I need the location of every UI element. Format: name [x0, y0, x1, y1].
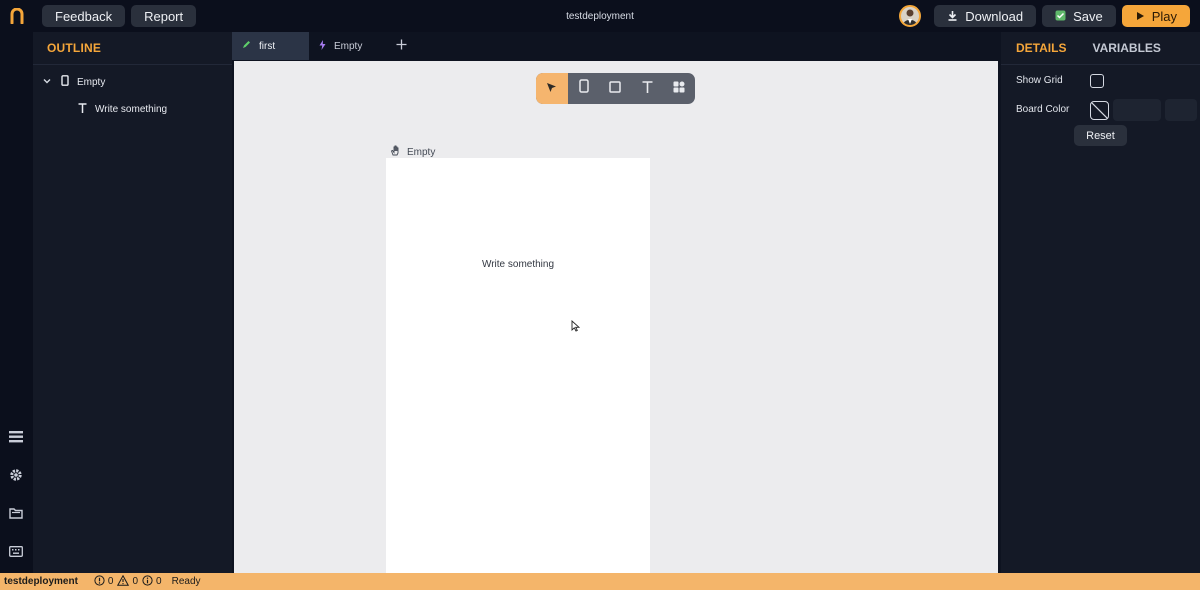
artboard[interactable]: Write something — [386, 158, 650, 573]
properties-tabs: DETAILS VARIABLES — [1001, 32, 1200, 65]
board-text-element[interactable]: Write something — [386, 259, 650, 270]
keyboard-icon[interactable] — [9, 544, 23, 558]
tab-label: first — [259, 40, 276, 52]
play-icon — [1135, 9, 1145, 24]
info-icon — [142, 574, 153, 589]
mouse-cursor-icon — [571, 319, 581, 337]
tab-empty[interactable]: Empty — [309, 32, 386, 60]
info-count-value: 0 — [156, 576, 162, 587]
outline-item-label: Empty — [77, 76, 106, 88]
phone-icon — [578, 79, 589, 98]
pointer-icon — [546, 80, 557, 98]
outline-title: OUTLINE — [33, 32, 232, 65]
pointer-tool-button[interactable] — [536, 73, 568, 104]
error-icon — [94, 574, 105, 589]
plus-icon — [396, 37, 407, 55]
add-tab-button[interactable] — [386, 32, 416, 60]
status-bar: testdeployment 0 0 0 Ready — [0, 573, 1200, 590]
components-tool-button[interactable] — [663, 73, 695, 104]
folder-icon[interactable] — [9, 506, 23, 520]
tab-first[interactable]: first — [232, 32, 309, 60]
outline-panel: OUTLINE Empty Write something — [33, 32, 232, 573]
tool-strip — [536, 73, 695, 104]
play-button[interactable]: Play — [1121, 5, 1190, 27]
board-color-swatch[interactable] — [1090, 101, 1109, 120]
status-text: Ready — [171, 576, 201, 587]
play-label: Play — [1151, 8, 1177, 24]
text-icon — [642, 80, 653, 98]
board-color-label: Board Color — [1016, 104, 1070, 115]
rectangle-icon — [609, 80, 622, 98]
pencil-icon — [242, 40, 251, 52]
reset-button[interactable]: Reset — [1074, 125, 1127, 146]
components-icon — [673, 80, 685, 98]
tab-variables[interactable]: VARIABLES — [1092, 41, 1160, 55]
warning-count-value: 0 — [132, 576, 139, 587]
download-button[interactable]: Download — [934, 5, 1037, 27]
chevron-down-icon[interactable] — [43, 77, 51, 88]
download-icon — [947, 9, 958, 24]
tab-label: Empty — [334, 40, 363, 52]
hand-icon — [390, 145, 401, 159]
outline-item-label: Write something — [95, 104, 168, 115]
status-project-name: testdeployment — [4, 576, 78, 587]
text-tool-button[interactable] — [631, 73, 663, 104]
show-grid-label: Show Grid — [1016, 75, 1063, 86]
board-color-hex-field[interactable] — [1113, 99, 1161, 121]
download-label: Download — [965, 8, 1024, 24]
text-icon — [78, 103, 87, 116]
outline-item-empty[interactable]: Empty — [43, 75, 105, 89]
tab-details[interactable]: DETAILS — [1016, 41, 1066, 55]
outline-item-write-something[interactable]: Write something — [78, 103, 167, 116]
feedback-button[interactable]: Feedback — [42, 5, 126, 27]
rectangle-tool-button[interactable] — [600, 73, 632, 104]
properties-panel: DETAILS VARIABLES Show Grid Board Color … — [1001, 32, 1200, 573]
board-label-text: Empty — [407, 146, 436, 158]
report-button[interactable]: Report — [131, 5, 197, 27]
info-count[interactable]: 0 — [142, 574, 162, 589]
app-logo[interactable] — [9, 8, 25, 24]
settings-gear-icon[interactable] — [9, 468, 23, 482]
lightning-icon — [319, 39, 326, 53]
error-count-value: 0 — [107, 576, 114, 587]
phone-tool-button[interactable] — [568, 73, 600, 104]
left-rail — [0, 32, 33, 573]
design-canvas[interactable]: Empty Write something — [234, 61, 998, 573]
error-count[interactable]: 0 — [94, 574, 114, 589]
show-grid-checkbox[interactable] — [1090, 74, 1104, 88]
tab-bar: first Empty — [232, 32, 1001, 60]
board-label[interactable]: Empty — [390, 145, 435, 159]
board-color-opacity-field[interactable] — [1165, 99, 1197, 121]
save-label: Save — [1073, 8, 1103, 24]
warning-count[interactable]: 0 — [117, 574, 139, 589]
phone-icon — [61, 75, 69, 89]
user-avatar[interactable] — [899, 5, 922, 27]
top-bar: Feedback Report testdeployment Download — [0, 0, 1200, 32]
save-check-icon — [1055, 9, 1066, 24]
save-button[interactable]: Save — [1042, 5, 1116, 27]
warning-icon — [117, 574, 130, 589]
layers-icon[interactable] — [9, 430, 23, 444]
